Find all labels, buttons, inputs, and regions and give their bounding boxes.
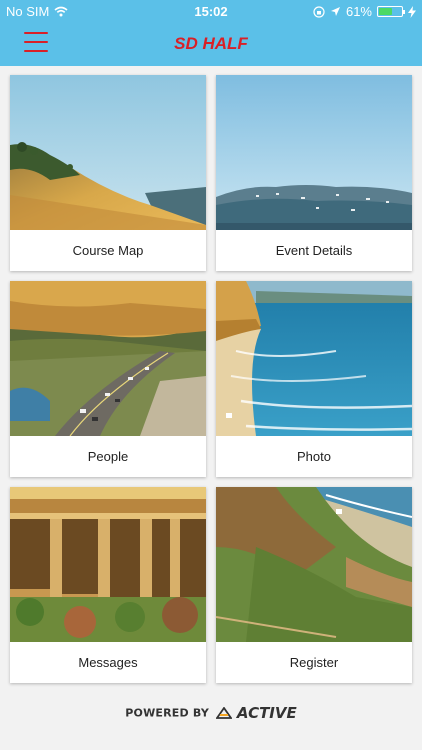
status-right: 61% <box>313 4 416 19</box>
register-image <box>216 487 412 642</box>
tile-register[interactable]: Register <box>216 487 412 683</box>
event-details-image <box>216 75 412 230</box>
status-bar: No SIM 15:02 61% <box>0 0 422 22</box>
nav-bar: SD HALF <box>0 22 422 66</box>
tile-course-map[interactable]: Course Map <box>10 75 206 271</box>
tile-label: People <box>87 449 129 464</box>
battery-fill <box>379 8 393 15</box>
location-icon <box>330 7 340 16</box>
tile-people[interactable]: People <box>10 281 206 477</box>
tile-photo[interactable]: Photo <box>216 281 412 477</box>
tile-messages[interactable]: Messages <box>10 487 206 683</box>
tile-label: Event Details <box>275 243 353 258</box>
photo-image <box>216 281 412 436</box>
battery-percent: 61% <box>345 4 372 19</box>
people-image <box>10 281 206 436</box>
tile-label: Register <box>289 655 339 670</box>
active-logo-icon <box>215 706 234 719</box>
course-map-image <box>10 75 206 230</box>
tile-label: Photo <box>297 449 331 464</box>
powered-by-label: POWERED BY <box>125 706 210 720</box>
tile-label: Messages <box>78 655 138 670</box>
tile-label: Course Map <box>72 243 144 258</box>
battery-icon <box>377 6 405 17</box>
powered-by-footer: POWERED BY ACTIVE <box>0 704 422 722</box>
messages-image <box>10 487 206 642</box>
charging-icon <box>408 5 416 18</box>
orientation-lock-icon <box>313 5 325 18</box>
tile-event-details[interactable]: Event Details <box>216 75 412 271</box>
active-brand-label: ACTIVE <box>236 704 297 722</box>
app-title: SD HALF <box>174 34 248 53</box>
